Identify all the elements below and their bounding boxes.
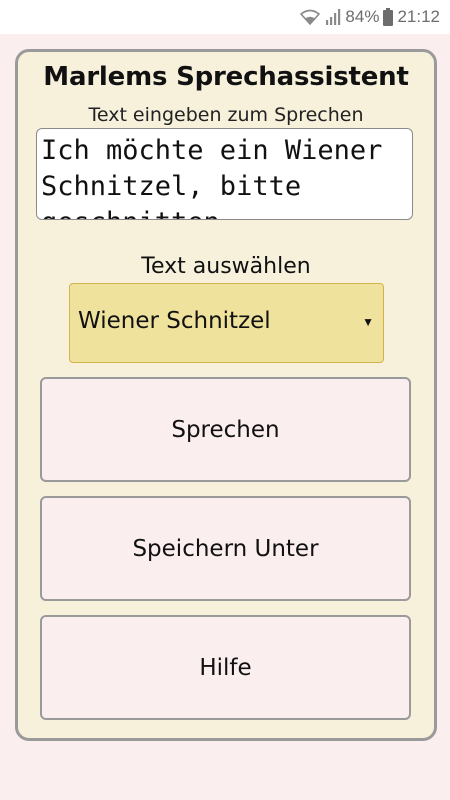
input-label: Text eingeben zum Sprechen [88,104,364,126]
help-button[interactable]: Hilfe [40,615,411,720]
signal-icon [325,9,341,25]
battery-percent: 84% [345,7,380,26]
select-label: Text auswählen [141,254,311,279]
save-as-button[interactable]: Speichern Unter [40,496,411,601]
wifi-icon [299,9,321,25]
text-select-dropdown[interactable]: Wiener Schnitzel ▼ [69,283,384,363]
speech-text-input[interactable]: Ich möchte ein Wiener Schnitzel, bitte g… [36,128,413,220]
dropdown-arrow-icon: ▼ [362,315,374,329]
battery-icon [383,8,394,26]
status-bar: 84% 21:12 [0,0,450,34]
main-panel: Marlems Sprechassistent Text eingeben zu… [15,49,437,741]
clock: 21:12 [397,7,440,26]
app-title: Marlems Sprechassistent [43,62,409,92]
status-indicators: 84% 21:12 [299,7,440,27]
select-value: Wiener Schnitzel [78,308,271,334]
speak-button[interactable]: Sprechen [40,377,411,482]
